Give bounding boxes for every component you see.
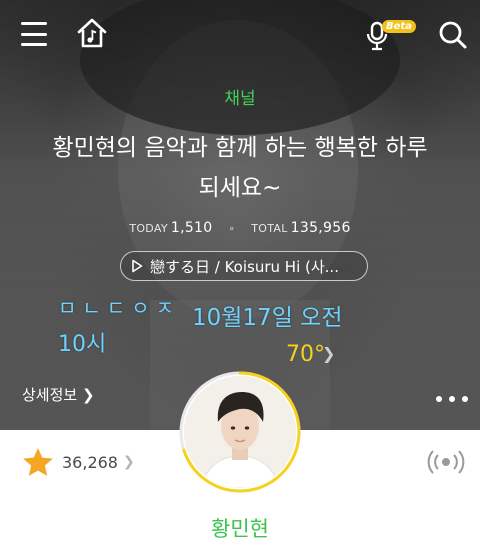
- star-count: 36,268: [62, 452, 118, 472]
- search-icon: [439, 21, 467, 49]
- play-icon: [132, 259, 143, 273]
- star-chevron-icon: ❯: [122, 454, 135, 470]
- channel-label: 채널: [224, 89, 256, 109]
- handwritten-time: 10시: [58, 332, 107, 357]
- today-count: 1,510: [170, 220, 213, 236]
- total-label: TOTAL: [251, 222, 288, 235]
- search-button[interactable]: [436, 18, 470, 52]
- broadcast-button[interactable]: [426, 446, 466, 478]
- voice-search-button[interactable]: Beta: [366, 18, 416, 52]
- artist-avatar[interactable]: [184, 376, 296, 488]
- menu-button[interactable]: [18, 20, 50, 48]
- music-home-icon: [77, 18, 107, 48]
- star-counter[interactable]: 36,268 ❯: [22, 447, 135, 477]
- hamburger-menu-icon: [21, 22, 47, 25]
- star-icon: [23, 448, 53, 476]
- total-count: 135,956: [290, 220, 351, 236]
- progress-degree-text: 70°: [286, 342, 325, 367]
- progress-chevron-icon[interactable]: ❯: [322, 344, 335, 363]
- handwritten-initials: ㅁㄴㄷㅇㅈ: [58, 296, 180, 320]
- channel-title-line2: 되세요~: [198, 175, 282, 201]
- top-bar: Beta: [0, 0, 480, 70]
- broadcast-icon: [427, 450, 465, 474]
- avatar-portrait: [184, 376, 296, 488]
- today-label: TODAY: [129, 222, 168, 235]
- channel-title: 황민현의 음악과 함께 하는 행복한 하루 되세요~: [30, 128, 450, 208]
- channel-title-line1: 황민현의 음악과 함께 하는 행복한 하루: [52, 135, 428, 161]
- beta-badge: Beta: [382, 20, 416, 33]
- more-options-button[interactable]: [436, 396, 468, 406]
- visit-stats: TODAY 1,510 ∘ TOTAL 135,956: [129, 220, 351, 236]
- more-dots-icon: [436, 396, 442, 402]
- home-button[interactable]: [74, 16, 110, 50]
- handwritten-date: 10월17일 오전: [192, 305, 343, 331]
- now-playing-title: 戀する日 / Koisuru Hi (사...: [150, 257, 339, 276]
- now-playing-button[interactable]: 戀する日 / Koisuru Hi (사...: [120, 251, 368, 281]
- detail-info-link[interactable]: 상세정보 ❯: [22, 384, 95, 405]
- artist-name: 황민현: [211, 517, 269, 541]
